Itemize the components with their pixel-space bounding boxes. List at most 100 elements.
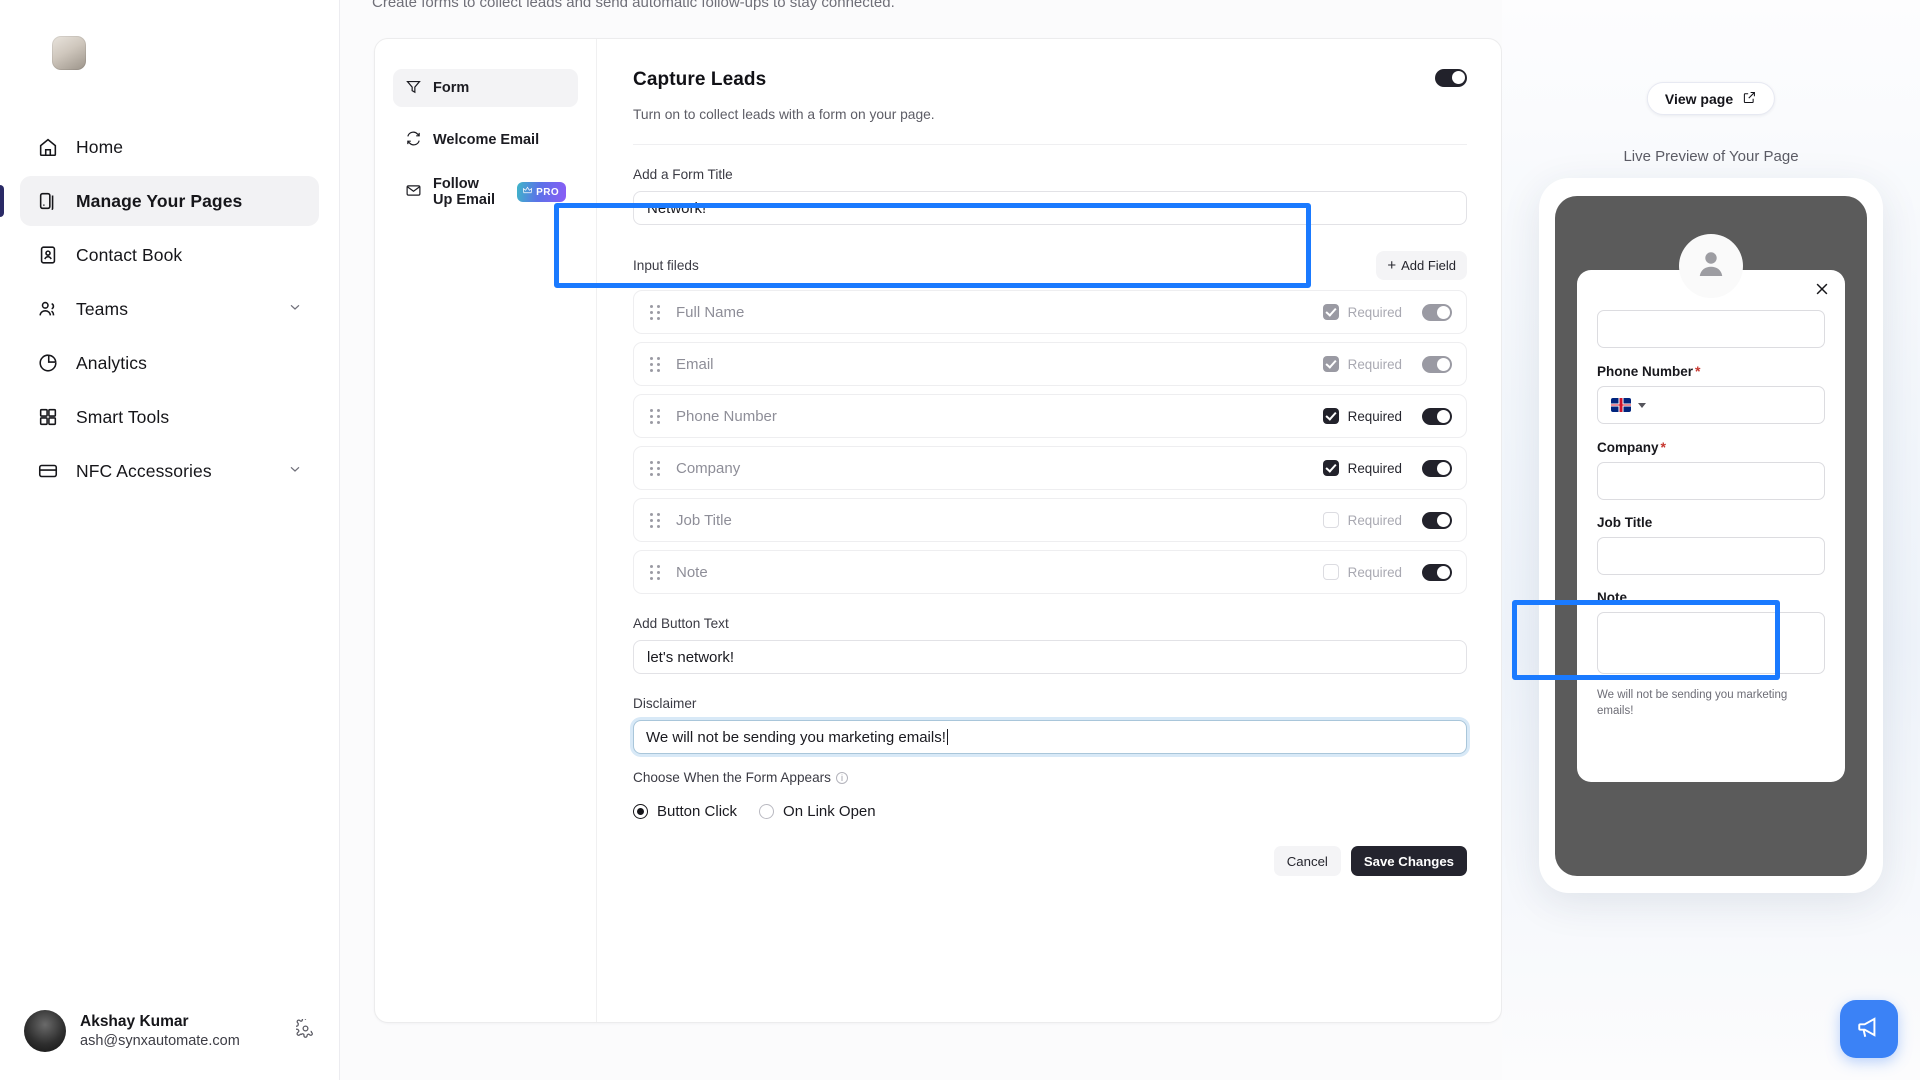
pro-badge: PRO [517,182,566,202]
preview-field-input-note[interactable] [1597,612,1825,674]
preview-phone-input[interactable] [1597,386,1825,424]
radio-indicator[interactable] [759,804,775,819]
field-enabled-toggle[interactable] [1422,407,1452,425]
user-profile[interactable]: Akshay Kumar ash@synxautomate.com [0,1010,339,1052]
input-field-row[interactable]: Phone Number Required [633,394,1467,438]
radio-option-button-click[interactable]: Button Click [633,803,737,820]
input-field-row[interactable]: Email Required [633,342,1467,386]
required-label: Required [1347,512,1402,528]
disclaimer-input-wrap: We will not be sending you marketing ema… [633,720,1467,754]
cancel-button[interactable]: Cancel [1273,846,1341,876]
pages-icon [36,189,60,213]
sidebar-item-teams[interactable]: Teams [20,284,319,334]
megaphone-icon [1856,1014,1882,1045]
required-checkbox[interactable] [1322,356,1339,372]
drag-handle-icon[interactable] [650,460,660,476]
app-root: Home Manage Your Pages Contact Book Team… [0,0,1920,1080]
preview-field-input-company[interactable] [1597,462,1825,500]
sidebar-item-manage-your-pages[interactable]: Manage Your Pages [0,176,319,226]
disclaimer-input[interactable] [633,720,1467,754]
input-field-row[interactable]: Job Title Required [633,498,1467,542]
sidebar-item-label: Contact Book [76,244,183,265]
add-field-button[interactable]: + Add Field [1376,251,1467,280]
input-field-row[interactable]: Company Required [633,446,1467,490]
capture-leads-master-toggle[interactable] [1435,69,1467,87]
card-tabs: Form Welcome Email Follow Up Email PRO [375,39,597,1022]
sidebar-item-analytics[interactable]: Analytics [20,338,319,388]
required-checkbox[interactable] [1322,512,1339,528]
tab-label: Welcome Email [433,132,540,148]
tab-label: Form [433,80,470,96]
form-appears-label: Choose When the Form Appears i [633,770,1467,785]
tab-form[interactable]: Form [393,69,578,107]
drag-handle-icon[interactable] [650,356,660,372]
input-field-row[interactable]: Note Required [633,550,1467,594]
tab-follow-up-email[interactable]: Follow Up Email PRO [393,173,578,211]
input-fields-header: Input fileds + Add Field [633,251,1467,280]
brand-logo[interactable] [52,36,86,70]
announcements-button[interactable] [1840,1000,1898,1058]
close-icon[interactable] [1813,280,1831,303]
preview-label-text: Phone Number [1597,364,1694,379]
required-control[interactable]: Required [1322,460,1402,476]
form-settings-panel: Capture Leads Turn on to collect leads w… [554,39,1501,1022]
required-control[interactable]: Required [1322,564,1402,580]
view-page-button[interactable]: View page [1646,82,1776,115]
sidebar-item-contact-book[interactable]: Contact Book [20,230,319,280]
drag-handle-icon[interactable] [650,512,660,528]
input-field-name: Phone Number [676,407,777,425]
disclaimer-label: Disclaimer [633,696,697,711]
form-title-input[interactable] [633,191,1467,225]
crown-icon [522,185,533,199]
save-changes-button[interactable]: Save Changes [1350,846,1467,876]
chevron-down-icon[interactable] [287,299,303,320]
required-checkbox[interactable] [1322,304,1339,320]
required-control[interactable]: Required [1322,304,1402,320]
field-enabled-toggle[interactable] [1422,563,1452,581]
required-star: * [1695,363,1701,379]
view-page-label: View page [1664,90,1734,107]
form-actions: Cancel Save Changes [633,846,1467,876]
chevron-down-icon[interactable] [287,461,303,482]
preview-label-text: Job Title [1597,515,1653,530]
required-control[interactable]: Required [1322,356,1402,372]
input-field-name: Full Name [676,303,745,321]
preview-field-input-unnamed[interactable] [1597,310,1825,348]
required-checkbox[interactable] [1322,564,1339,580]
plus-icon: + [1387,257,1397,274]
drag-handle-icon[interactable] [650,304,660,320]
gear-icon[interactable] [294,1017,315,1043]
button-text-input[interactable] [633,640,1467,674]
input-field-name: Note [676,563,708,581]
chevron-down-icon[interactable] [1638,402,1646,408]
panel-description: Turn on to collect leads with a form on … [633,107,935,122]
info-icon[interactable]: i [835,771,848,784]
field-enabled-toggle[interactable] [1422,459,1452,477]
required-checkbox[interactable] [1322,460,1339,476]
drag-handle-icon[interactable] [650,564,660,580]
field-enabled-toggle[interactable] [1422,303,1452,321]
drag-handle-icon[interactable] [650,408,660,424]
refresh-icon [405,130,422,151]
input-field-row[interactable]: Full Name Required [633,290,1467,334]
phone-screen: Phone Number * Company * Job Title Note … [1555,196,1867,876]
card-icon [36,459,60,483]
radio-option-on-link-open[interactable]: On Link Open [759,803,876,820]
field-enabled-toggle[interactable] [1422,355,1452,373]
radio-indicator[interactable] [633,804,648,819]
sidebar-item-nfc-accessories[interactable]: NFC Accessories [20,446,319,496]
sidebar-item-smart-tools[interactable]: Smart Tools [20,392,319,442]
required-checkbox[interactable] [1322,408,1339,424]
field-enabled-toggle[interactable] [1422,511,1452,529]
tab-welcome-email[interactable]: Welcome Email [393,121,578,159]
required-label: Required [1347,304,1402,320]
sidebar-item-home[interactable]: Home [20,122,319,172]
radio-label: On Link Open [783,803,876,820]
preview-field-input-job-title[interactable] [1597,537,1825,575]
required-control[interactable]: Required [1322,408,1402,424]
preview-label-text: Note [1597,590,1627,605]
required-control[interactable]: Required [1322,512,1402,528]
users-icon [36,297,60,321]
sidebar-nav: Home Manage Your Pages Contact Book Team… [0,122,339,496]
preview-form-card: Phone Number * Company * Job Title Note … [1577,270,1845,782]
